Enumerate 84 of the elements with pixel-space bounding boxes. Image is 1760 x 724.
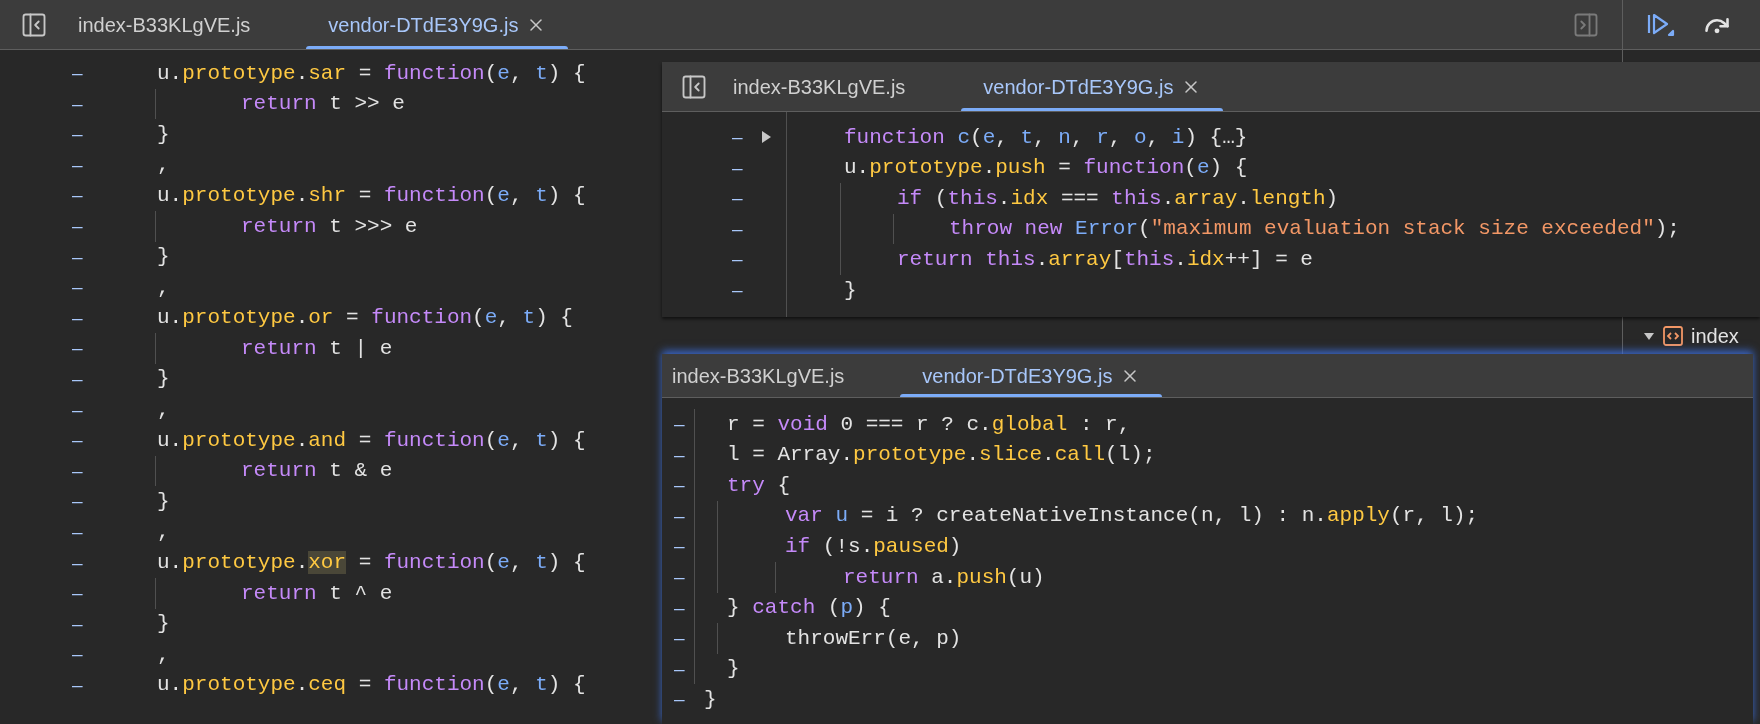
code-line: , [157,152,170,179]
gutter-dash: – [674,626,685,651]
code-line: r = void 0 === r ? c.global : r, [727,411,1131,438]
gutter-dash: – [72,642,83,667]
code-line: } [727,656,740,683]
gutter-dash: – [72,61,83,86]
code-line: } catch (p) { [727,595,891,622]
code-line: } [157,488,170,515]
tree-item[interactable]: index [1623,320,1760,352]
code-line: u.prototype.or = function(e, t) { [157,305,573,332]
gutter-dash: – [72,305,83,330]
gutter-dash: – [674,442,685,467]
gutter-dash: – [72,672,83,697]
code-line: return t >> e [241,91,405,118]
gutter-dash: – [72,611,83,636]
gutter-dash: – [72,428,83,453]
code-line: try { [727,472,791,499]
code-line: throwErr(e, p) [785,625,962,652]
code-line: u.prototype.sar = function(e, t) { [157,60,586,87]
file-tab[interactable]: vendor-DTdE3Y9G.js [961,62,1224,111]
code-line: , [157,274,170,301]
gutter-dash: – [72,152,83,177]
code-line: } [157,121,170,148]
gutter-dash: – [72,336,83,361]
code-line: return a.push(u) [843,564,1045,591]
code-line: if (this.idx === this.array.length) [897,185,1339,212]
code-line: , [157,641,170,668]
gutter-dash: – [674,595,685,620]
code-line: l = Array.prototype.slice.call(l); [727,442,1156,469]
code-line: , [157,397,170,424]
caret-down-icon[interactable] [1643,330,1655,342]
code-line: return t | e [241,335,393,362]
gutter-dash: – [72,489,83,514]
code-line: u.prototype.xor = function(e, t) { [157,550,586,577]
gutter-dash: – [674,687,685,712]
code-line: } [704,686,717,713]
gutter-dash: – [674,534,685,559]
code-line: u.prototype.push = function(e) { [844,155,1248,182]
code-line: u.prototype.ceq = function(e, t) { [157,672,586,699]
code-line: } [844,277,857,304]
gutter-dash: – [732,186,743,211]
code-line: return this.array[this.idx++] = e [897,246,1313,273]
gutter-dash: – [72,397,83,422]
code-line: function c(e, t, n, r, o, i) {…} [844,124,1248,151]
gutter-dash: – [72,91,83,116]
gutter-dash: – [72,275,83,300]
gutter-dash: – [72,581,83,606]
gutter-dash: – [674,503,685,528]
gutter-dash: – [72,122,83,147]
gutter-dash: – [674,565,685,589]
code-line: return t ^ e [241,580,393,607]
gutter-dash: – [732,216,743,241]
gutter-dash: – [732,247,743,272]
code-line: if (!s.paused) [785,533,962,560]
code-line: u.prototype.and = function(e, t) { [157,427,586,454]
gutter-dash: – [72,458,83,483]
gutter-dash: – [72,244,83,269]
file-tab[interactable]: vendor-DTdE3Y9G.js [900,354,1163,397]
gutter-dash: – [674,412,685,437]
file-tab[interactable]: index-B33KLgVE.js [733,62,906,111]
code-line: } [157,244,170,271]
gutter-dash: – [732,125,743,150]
file-tab[interactable]: index-B33KLgVE.js [78,0,251,49]
gutter-dash: – [72,214,83,238]
file-tab[interactable]: index-B33KLgVE.js [672,354,845,397]
gutter-dash: – [72,550,83,575]
gutter-dash: – [674,473,685,498]
code-line: } [157,611,170,638]
gutter-dash: – [674,656,685,681]
code-line: var u = i ? createNativeInstance(n, l) : n.apply(r, l); [785,503,1479,530]
code-line: return t >>> e [241,213,418,240]
gutter-dash: – [732,278,743,302]
gutter-dash: – [72,367,83,391]
code-line: u.prototype.shr = function(e, t) { [157,182,586,209]
gutter-dash: – [72,519,83,544]
code-file-icon [1663,326,1683,346]
gutter-dash: – [72,183,83,208]
caret-right-icon[interactable] [759,130,772,145]
code-line: return t & e [241,458,393,485]
code-line: } [157,366,170,393]
file-tab[interactable]: vendor-DTdE3Y9G.js [306,0,569,49]
code-line: , [157,519,170,546]
gutter-dash: – [732,155,743,180]
code-line: throw new Error("maximum evaluation stack size exceeded"); [949,216,1680,243]
